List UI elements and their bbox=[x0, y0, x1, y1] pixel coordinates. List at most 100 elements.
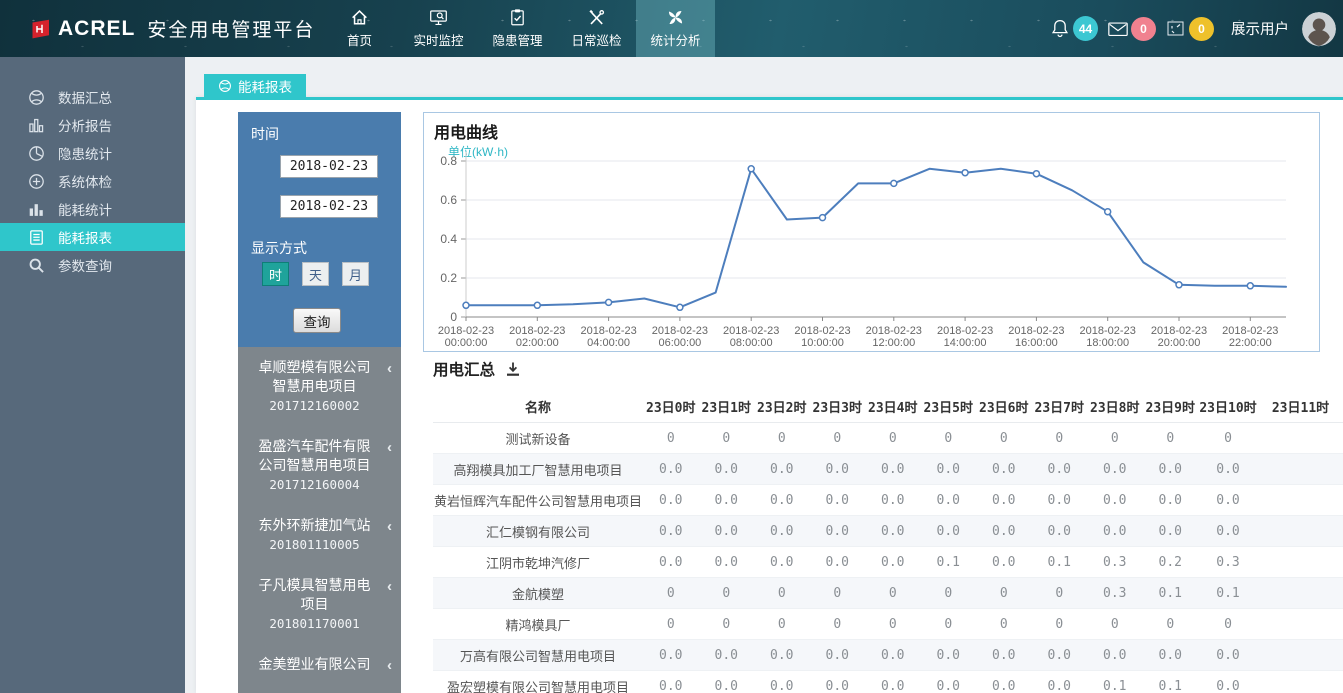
project-list-item[interactable]: 东外环新捷加气站201801110005‹ bbox=[238, 505, 401, 565]
tab-label: 能耗报表 bbox=[238, 76, 292, 96]
column-header: 名称 bbox=[433, 390, 643, 423]
value-cell: 0.0 bbox=[1087, 516, 1143, 547]
sidebar-item-energy-stats[interactable]: 能耗统计 bbox=[0, 195, 185, 223]
home-icon bbox=[350, 8, 369, 27]
chevron-left-icon: ‹ bbox=[387, 360, 392, 377]
nav-item-inspection[interactable]: 日常巡检 bbox=[557, 0, 636, 57]
value-cell: 0.0 bbox=[1198, 671, 1258, 693]
value-cell: 0.0 bbox=[643, 485, 699, 516]
mail-notification[interactable]: 0 bbox=[1107, 17, 1156, 41]
sidebar-item-system-check[interactable]: 系统体检 bbox=[0, 167, 185, 195]
value-cell: 0.3 bbox=[1198, 547, 1258, 578]
value-cell: 0.0 bbox=[1143, 485, 1199, 516]
mail-badge: 0 bbox=[1131, 17, 1156, 41]
user-avatar[interactable] bbox=[1302, 12, 1336, 46]
nav-item-monitor[interactable]: 实时监控 bbox=[399, 0, 478, 57]
column-header: 23日3时 bbox=[810, 390, 866, 423]
bell-notification[interactable]: 44 bbox=[1049, 16, 1098, 41]
date-to-input[interactable] bbox=[280, 195, 378, 218]
value-cell: 0.0 bbox=[754, 516, 810, 547]
svg-text:0.4: 0.4 bbox=[440, 232, 457, 246]
page-title: 安全用电管理平台 bbox=[147, 15, 315, 42]
nav-item-label: 日常巡检 bbox=[571, 30, 621, 49]
sidebar-item-analysis-report[interactable]: 分析报告 bbox=[0, 111, 185, 139]
value-cell bbox=[1258, 454, 1343, 485]
project-name: 金美塑业有限公司 bbox=[254, 655, 375, 674]
project-list-item[interactable]: 金美塑业有限公司‹ bbox=[238, 644, 401, 685]
value-cell: 0.1 bbox=[1087, 671, 1143, 693]
project-list-item[interactable]: 盈盛汽车配件有限公司智慧用电项目201712160004‹ bbox=[238, 426, 401, 505]
plus-circle-icon bbox=[28, 173, 45, 190]
table-header-row: 名称23日0时23日1时23日2时23日3时23日4时23日5时23日6时23日… bbox=[433, 390, 1343, 423]
search-icon bbox=[28, 257, 45, 274]
mode-button-月[interactable]: 月 bbox=[342, 262, 369, 286]
download-icon[interactable] bbox=[505, 361, 521, 377]
sidebar-item-label: 参数查询 bbox=[58, 255, 112, 275]
value-cell: 0 bbox=[976, 423, 1032, 454]
sidebar-item-label: 数据汇总 bbox=[58, 87, 112, 107]
sidebar-item-data-summary[interactable]: 数据汇总 bbox=[0, 83, 185, 111]
nav-item-statistics[interactable]: 统计分析 bbox=[636, 0, 715, 57]
sidebar-item-energy-report[interactable]: 能耗报表 bbox=[0, 223, 185, 251]
query-button[interactable]: 查询 bbox=[293, 308, 341, 333]
value-cell: 0.0 bbox=[1198, 485, 1258, 516]
project-name: 东外环新捷加气站 bbox=[254, 516, 375, 535]
svg-text:2018-02-2316:00:00: 2018-02-2316:00:00 bbox=[1008, 325, 1064, 349]
value-cell: 0.0 bbox=[976, 485, 1032, 516]
value-cell: 0.0 bbox=[754, 485, 810, 516]
current-user-label[interactable]: 展示用户 bbox=[1231, 18, 1289, 39]
value-cell: 0.0 bbox=[643, 454, 699, 485]
mode-button-天[interactable]: 天 bbox=[302, 262, 329, 286]
row-name-cell: 高翔模具加工厂智慧用电项目 bbox=[433, 454, 643, 485]
value-cell: 0.0 bbox=[643, 547, 699, 578]
value-cell: 0.0 bbox=[1198, 454, 1258, 485]
nav-item-hazard[interactable]: 隐患管理 bbox=[478, 0, 557, 57]
value-cell: 0.0 bbox=[1032, 485, 1088, 516]
svg-text:2018-02-2320:00:00: 2018-02-2320:00:00 bbox=[1151, 325, 1207, 349]
tab-energy-report[interactable]: 能耗报表 bbox=[204, 74, 306, 97]
value-cell: 0 bbox=[1032, 578, 1088, 609]
value-cell: 0 bbox=[1143, 609, 1199, 640]
bell-badge: 44 bbox=[1073, 16, 1098, 41]
chevron-left-icon: ‹ bbox=[387, 439, 392, 456]
project-list-item[interactable]: 卓顺塑模有限公司智慧用电项目201712160002‹ bbox=[238, 347, 401, 426]
value-cell bbox=[1258, 547, 1343, 578]
value-cell: 0.0 bbox=[810, 516, 866, 547]
column-header: 23日4时 bbox=[865, 390, 921, 423]
table-row: 万高有限公司智慧用电项目0.00.00.00.00.00.00.00.00.00… bbox=[433, 640, 1343, 671]
project-name: 子凡模具智慧用电项目 bbox=[254, 576, 375, 614]
project-list-item[interactable]: 子凡模具智慧用电项目201801170001‹ bbox=[238, 565, 401, 644]
report-notification[interactable]: 0 bbox=[1165, 17, 1214, 41]
nav-item-home[interactable]: 首页 bbox=[320, 0, 399, 57]
value-cell: 0.0 bbox=[976, 547, 1032, 578]
value-cell: 0.0 bbox=[1087, 640, 1143, 671]
sidebar-item-hazard-stats[interactable]: 隐患统计 bbox=[0, 139, 185, 167]
nav-item-label: 隐患管理 bbox=[492, 30, 542, 49]
date-from-input[interactable] bbox=[280, 155, 378, 178]
sidebar-item-param-query[interactable]: 参数查询 bbox=[0, 251, 185, 279]
value-cell: 0.3 bbox=[1087, 578, 1143, 609]
sidebar-item-label: 分析报告 bbox=[58, 115, 112, 135]
time-label: 时间 bbox=[251, 124, 279, 144]
value-cell: 0.0 bbox=[1087, 485, 1143, 516]
value-cell: 0 bbox=[1198, 423, 1258, 454]
value-cell: 0.0 bbox=[754, 547, 810, 578]
table-row: 精鸿模具厂00000000000 bbox=[433, 609, 1343, 640]
value-cell: 0 bbox=[699, 609, 755, 640]
project-name: 卓顺塑模有限公司智慧用电项目 bbox=[254, 358, 375, 396]
svg-text:0: 0 bbox=[450, 310, 457, 324]
svg-text:2018-02-2308:00:00: 2018-02-2308:00:00 bbox=[723, 325, 779, 349]
value-cell: 0 bbox=[1198, 609, 1258, 640]
value-cell: 0.0 bbox=[865, 547, 921, 578]
value-cell: 0.0 bbox=[810, 671, 866, 693]
value-cell bbox=[1258, 485, 1343, 516]
table-title: 用电汇总 bbox=[433, 358, 495, 380]
content-card: 时间 显示方式 时天月 查询 卓顺塑模有限公司智慧用电项目20171216000… bbox=[196, 97, 1343, 693]
value-cell: 0.0 bbox=[865, 671, 921, 693]
mode-button-时[interactable]: 时 bbox=[262, 262, 289, 286]
value-cell: 0.1 bbox=[1143, 671, 1199, 693]
tools-icon bbox=[587, 8, 606, 27]
value-cell: 0 bbox=[643, 609, 699, 640]
value-cell: 0 bbox=[921, 423, 977, 454]
value-cell: 0 bbox=[643, 578, 699, 609]
